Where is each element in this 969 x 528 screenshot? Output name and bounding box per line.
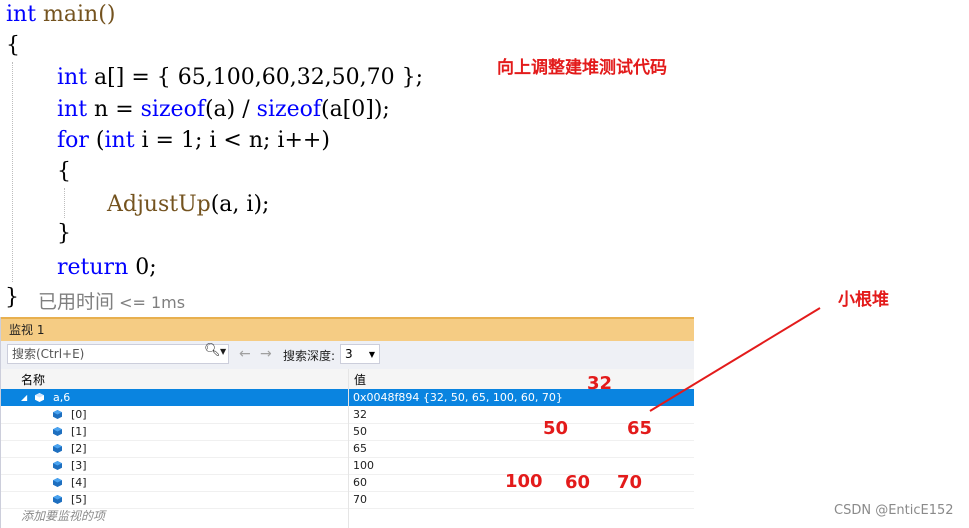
annotation-line xyxy=(649,307,821,412)
annotation-arrow xyxy=(649,307,821,412)
watermark: CSDN @EnticE152 xyxy=(834,503,954,518)
